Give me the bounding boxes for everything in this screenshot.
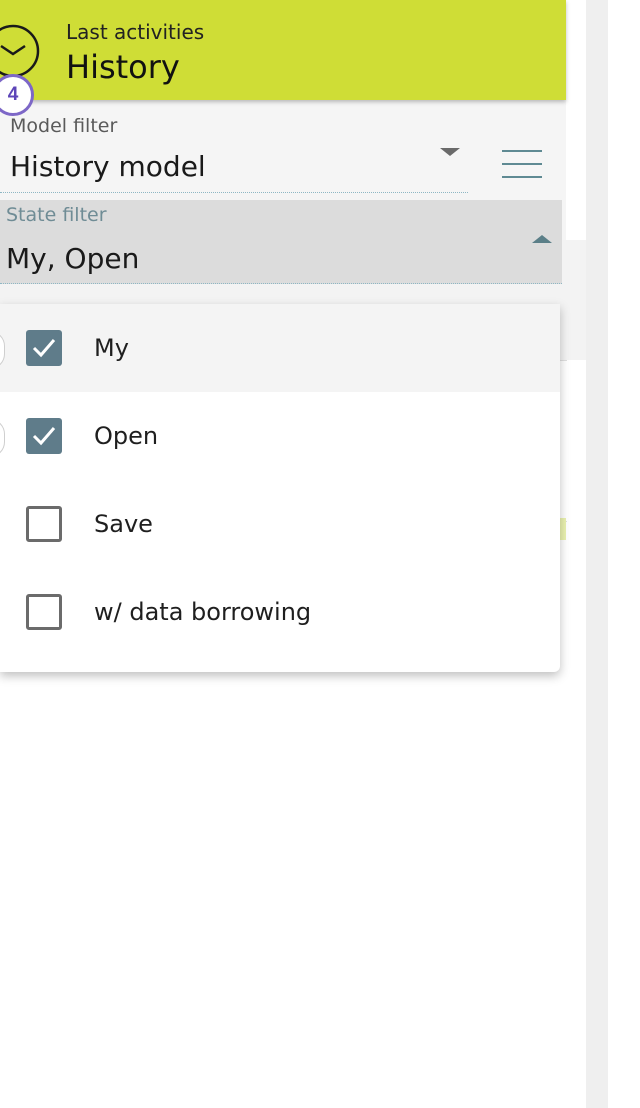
option-my[interactable]: My — [0, 304, 560, 392]
checkbox-my[interactable] — [26, 330, 62, 366]
option-label: Save — [94, 510, 153, 538]
state-filter-dropdown: My Open Save w/ data borrowing — [0, 304, 560, 672]
option-open[interactable]: Open — [0, 392, 560, 480]
check-icon — [32, 427, 56, 446]
model-filter-select[interactable]: Model filter History model — [0, 112, 470, 194]
model-filter-value[interactable]: History model — [10, 150, 206, 183]
chevron-up-icon[interactable] — [532, 235, 552, 243]
page-title: History — [66, 48, 180, 86]
clock-icon — [0, 24, 40, 78]
option-label: Open — [94, 422, 159, 450]
checkbox-save[interactable] — [26, 506, 62, 542]
model-filter-underline — [0, 192, 468, 193]
scrollbar-track[interactable] — [586, 0, 608, 1108]
checkbox-data-borrowing[interactable] — [26, 594, 62, 630]
state-filter-underline — [0, 283, 562, 284]
model-filter-label: Model filter — [10, 115, 118, 137]
checkbox-open[interactable] — [26, 418, 62, 454]
chevron-down-icon[interactable] — [440, 148, 460, 156]
history-header: Last activities History — [0, 0, 566, 100]
option-label: w/ data borrowing — [94, 598, 312, 626]
option-save[interactable]: Save — [0, 480, 560, 568]
check-icon — [32, 339, 56, 358]
option-label: My — [94, 334, 129, 362]
state-filter-label: State filter — [6, 204, 107, 226]
state-filter-value[interactable]: My, Open — [6, 242, 139, 275]
option-data-borrowing[interactable]: w/ data borrowing — [0, 568, 560, 656]
page-edge — [608, 0, 640, 1108]
state-filter-select[interactable]: State filter My, Open — [0, 200, 562, 284]
header-subtitle: Last activities — [66, 20, 205, 44]
hamburger-menu-icon[interactable] — [502, 150, 542, 178]
